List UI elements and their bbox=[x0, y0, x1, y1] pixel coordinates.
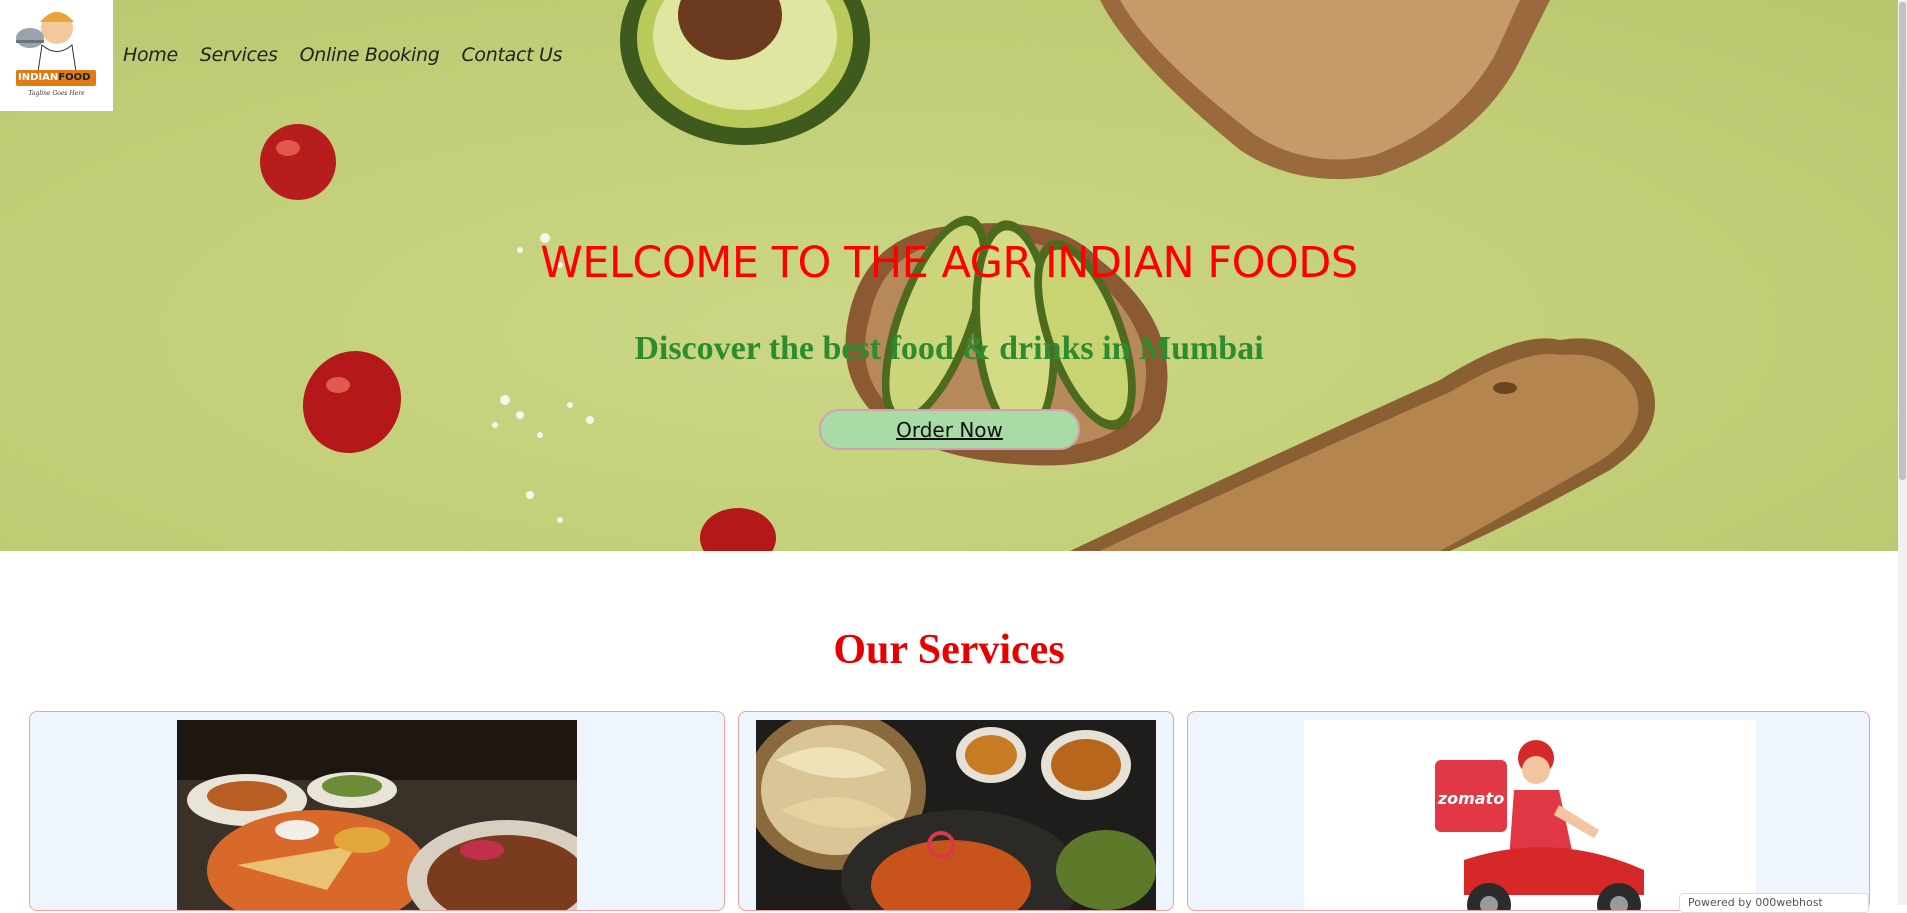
service-card[interactable] bbox=[29, 711, 725, 911]
service-card[interactable]: zomato bbox=[1187, 711, 1870, 911]
indian-dishes-photo bbox=[756, 720, 1156, 910]
avocado-top-image bbox=[620, 0, 870, 145]
logo-brand-right: FOOD bbox=[58, 72, 91, 83]
site-logo[interactable]: INDIANFOOD Tagline Goes Here bbox=[0, 0, 113, 111]
page-scrollbar[interactable] bbox=[1898, 0, 1907, 905]
main-nav: Home Services Online Booking Contact Us bbox=[123, 44, 563, 66]
nav-online-booking-link[interactable]: Online Booking bbox=[300, 44, 440, 66]
bread-slice-image bbox=[1100, 0, 1550, 180]
nav-home-link[interactable]: Home bbox=[123, 44, 178, 66]
nav-services-link[interactable]: Services bbox=[200, 44, 278, 66]
scrollbar-thumb[interactable] bbox=[1899, 2, 1906, 480]
logo-tagline: Tagline Goes Here bbox=[28, 90, 85, 97]
hero-banner: INDIANFOOD Tagline Goes Here Home Servic… bbox=[0, 0, 1898, 551]
order-now-button[interactable]: Order Now bbox=[819, 409, 1080, 450]
hero-title: WELCOME TO THE AGR INDIAN FOODS bbox=[540, 238, 1358, 288]
nav-contact-us-link[interactable]: Contact Us bbox=[461, 44, 562, 66]
restaurant-plates-photo bbox=[177, 720, 577, 910]
logo-brand-left: INDIAN bbox=[18, 72, 59, 83]
hero-subtitle: Discover the best food & drinks in Mumba… bbox=[634, 330, 1264, 367]
zomato-brand-label: zomato bbox=[1437, 789, 1504, 808]
service-card[interactable] bbox=[738, 711, 1174, 911]
hosting-badge[interactable]: Powered by 000webhost bbox=[1679, 893, 1869, 913]
services-title: Our Services bbox=[833, 627, 1065, 673]
zomato-delivery-photo: zomato bbox=[1304, 720, 1756, 910]
